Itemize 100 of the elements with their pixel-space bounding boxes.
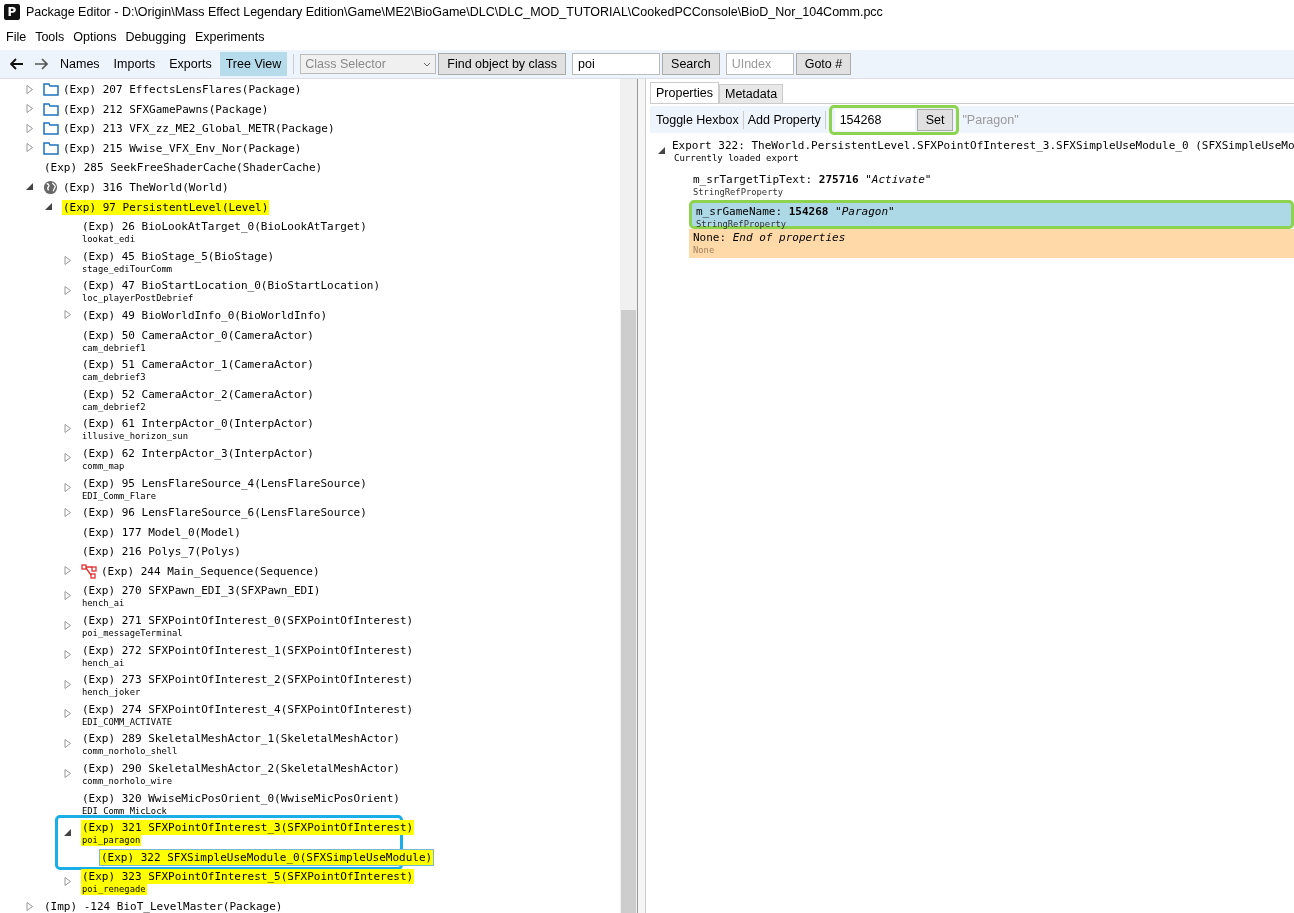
menu-item[interactable]: Options xyxy=(69,30,122,44)
tree-item[interactable]: (Exp) 270 SFXPawn_EDI_3(SFXPawn_EDI) xyxy=(81,583,322,599)
string-preview: "Paragon" xyxy=(962,112,1019,127)
expand-icon[interactable] xyxy=(64,620,72,630)
expand-icon[interactable] xyxy=(64,876,72,886)
menu-item[interactable]: Experiments xyxy=(190,30,270,44)
inspector-tab[interactable]: Properties xyxy=(650,82,719,103)
tree-item-subtitle: comm_norholo_wire xyxy=(81,776,174,788)
tree-item-subtitle: illusive_horizon_sun xyxy=(81,431,189,443)
tree-item[interactable]: (Exp) 96 LensFlareSource_6(LensFlareSource) xyxy=(81,505,368,521)
expand-icon[interactable] xyxy=(26,901,34,911)
panel-splitter[interactable] xyxy=(638,79,646,913)
tree-item[interactable]: (Exp) 316 TheWorld(World) xyxy=(62,179,230,195)
tree-item[interactable]: (Exp) 290 SkeletalMeshActor_2(SkeletalMeshActor) xyxy=(81,761,401,777)
search-button[interactable]: Search xyxy=(662,53,720,75)
tree-item[interactable]: (Exp) 289 SkeletalMeshActor_1(SkeletalMeshActor) xyxy=(81,731,401,747)
expand-icon[interactable] xyxy=(64,483,72,492)
tree-item[interactable]: (Exp) 244 Main_Sequence(Sequence) xyxy=(100,563,321,579)
tree-item[interactable]: (Exp) 95 LensFlareSource_4(LensFlareSource) xyxy=(81,475,368,491)
end-of-properties-row[interactable]: None: End of properties None xyxy=(689,229,1294,258)
tree-item[interactable]: (Exp) 321 SFXPointOfInterest_3(SFXPointOfInterest) xyxy=(81,820,415,836)
toolbar-button[interactable]: Add Property xyxy=(743,110,826,129)
expand-icon[interactable] xyxy=(64,650,72,660)
collapse-icon[interactable] xyxy=(64,827,72,837)
expand-icon[interactable] xyxy=(64,507,72,517)
collapse-icon[interactable] xyxy=(658,146,666,155)
toolbar-button[interactable]: Toggle Hexbox xyxy=(652,110,744,129)
tree-item-subtitle: hench_ai xyxy=(81,657,126,669)
tree-item[interactable]: (Exp) 47 BioStartLocation_0(BioStartLocation) xyxy=(81,278,381,294)
tree-item[interactable]: (Exp) 212 SFXGamePawns(Package) xyxy=(62,101,270,117)
property-row[interactable]: m_srTargetTipText: 275716 "Activate" StringRefProperty xyxy=(689,171,1294,200)
caret-icon xyxy=(423,61,432,67)
search-field[interactable]: poi xyxy=(572,53,661,75)
tree-item[interactable]: (Imp) -124 BioT_LevelMaster(Package) xyxy=(43,899,284,913)
expand-icon[interactable] xyxy=(64,453,72,463)
view-tab[interactable]: Exports xyxy=(163,52,218,76)
expand-icon[interactable] xyxy=(26,143,34,153)
property-type: StringRefProperty xyxy=(693,187,785,198)
view-tab[interactable]: Imports xyxy=(107,52,162,76)
expand-icon[interactable] xyxy=(64,590,72,600)
expand-icon[interactable] xyxy=(64,738,72,748)
collapse-icon[interactable] xyxy=(45,202,53,212)
tree-item[interactable]: (Exp) 215 Wwise_VFX_Env_Nor(Package) xyxy=(62,140,303,156)
tree-item-subtitle: loc_playerPostDebrief xyxy=(81,293,195,305)
tree-item[interactable]: (Exp) 52 CameraActor_2(CameraActor) xyxy=(81,386,315,402)
inspector-tab[interactable]: Metadata xyxy=(719,84,784,103)
collapse-icon[interactable] xyxy=(26,182,34,192)
property-text: None: End of properties xyxy=(693,231,847,245)
expand-icon[interactable] xyxy=(64,310,72,320)
tree-item[interactable]: (Exp) 322 SFXSimpleUseModule_0(SFXSimpleUseModule) xyxy=(100,849,434,865)
find-by-class-button[interactable]: Find object by class xyxy=(438,53,567,75)
tree-item[interactable]: (Exp) 50 CameraActor_0(CameraActor) xyxy=(81,327,315,343)
expand-icon[interactable] xyxy=(26,84,34,94)
tree-item-subtitle: stage_ediTourComm xyxy=(81,263,174,275)
expand-icon[interactable] xyxy=(64,566,72,576)
tree-item[interactable]: (Exp) 285 SeekFreeShaderCache(ShaderCache) xyxy=(43,160,324,176)
tree-item[interactable]: (Exp) 26 BioLookAtTarget_0(BioLookAtTarget) xyxy=(81,219,368,235)
property-text: m_srGameName: 154268 "Paragon" xyxy=(696,205,896,219)
tree-item[interactable]: (Exp) 207 EffectsLensFlares(Package) xyxy=(62,82,303,97)
menu-item[interactable]: Tools xyxy=(31,30,70,44)
view-tab[interactable]: Tree View xyxy=(219,52,288,76)
goto-button[interactable]: Goto # xyxy=(795,53,852,75)
tree-item[interactable]: (Exp) 273 SFXPointOfInterest_2(SFXPointOfInterest) xyxy=(81,672,415,688)
tree-item[interactable]: (Exp) 51 CameraActor_1(CameraActor) xyxy=(81,357,315,373)
expand-icon[interactable] xyxy=(64,256,72,266)
property-type: None xyxy=(693,245,716,256)
tree-item[interactable]: (Exp) 216 Polys_7(Polys) xyxy=(81,544,242,560)
menu-item[interactable]: Debugging xyxy=(121,30,191,44)
property-text: m_srTargetTipText: 275716 "Activate" xyxy=(693,173,933,187)
scrollbar[interactable] xyxy=(620,79,637,913)
expand-icon[interactable] xyxy=(64,709,72,719)
export-header: Export 322: TheWorld.PersistentLevel.SFXPointOfInterest_3.SFXSimpleUseModule_0 (SFXSimpleUseMo xyxy=(672,139,1294,153)
tree-item[interactable]: (Exp) 45 BioStage_5(BioStage) xyxy=(81,248,276,264)
expand-icon[interactable] xyxy=(64,679,72,689)
tree-item[interactable]: (Exp) 62 InterpActor_3(InterpActor) xyxy=(81,445,315,461)
tree-item[interactable]: (Exp) 61 InterpActor_0(InterpActor) xyxy=(81,416,315,432)
tree-item-subtitle: hench_joker xyxy=(81,687,142,699)
tree-item[interactable]: (Exp) 320 WwiseMicPosOrient_0(WwiseMicPosOrient) xyxy=(81,790,401,806)
tree-item-subtitle: poi_paragon xyxy=(81,835,142,847)
tree-item[interactable]: (Exp) 323 SFXPointOfInterest_5(SFXPointOfInterest) xyxy=(81,869,415,885)
expand-icon[interactable] xyxy=(26,104,34,114)
tree-item[interactable]: (Exp) 177 Model_0(Model) xyxy=(81,524,242,540)
tree-item[interactable]: (Exp) 274 SFXPointOfInterest_4(SFXPointOfInterest) xyxy=(81,701,415,717)
view-tab[interactable]: Names xyxy=(54,52,106,76)
tree-item[interactable]: (Exp) 49 BioWorldInfo_0(BioWorldInfo) xyxy=(81,307,329,323)
expand-icon[interactable] xyxy=(64,423,72,433)
set-button[interactable]: Set xyxy=(916,108,954,131)
expand-icon[interactable] xyxy=(26,123,34,133)
tree-item[interactable]: (Exp) 272 SFXPointOfInterest_1(SFXPointOfInterest) xyxy=(81,642,415,658)
tree-item[interactable]: (Exp) 271 SFXPointOfInterest_0(SFXPointOfInterest) xyxy=(81,613,415,629)
expand-icon[interactable] xyxy=(64,285,72,295)
value-field[interactable]: 154268 xyxy=(834,108,915,131)
uindex-field[interactable]: UIndex xyxy=(725,53,794,75)
tree-item[interactable]: (Exp) 213 VFX_zz_ME2_Global_METR(Package) xyxy=(62,121,336,137)
tree-item-subtitle: comm_map xyxy=(81,460,126,472)
tree-item-subtitle: EDI_Comm_MicLock xyxy=(81,805,168,817)
expand-icon[interactable] xyxy=(64,768,72,778)
tree-item[interactable]: (Exp) 97 PersistentLevel(Level) xyxy=(62,199,270,215)
menu-item[interactable]: File xyxy=(2,30,32,44)
tree-item-subtitle: comm_norholo_shell xyxy=(81,746,179,758)
